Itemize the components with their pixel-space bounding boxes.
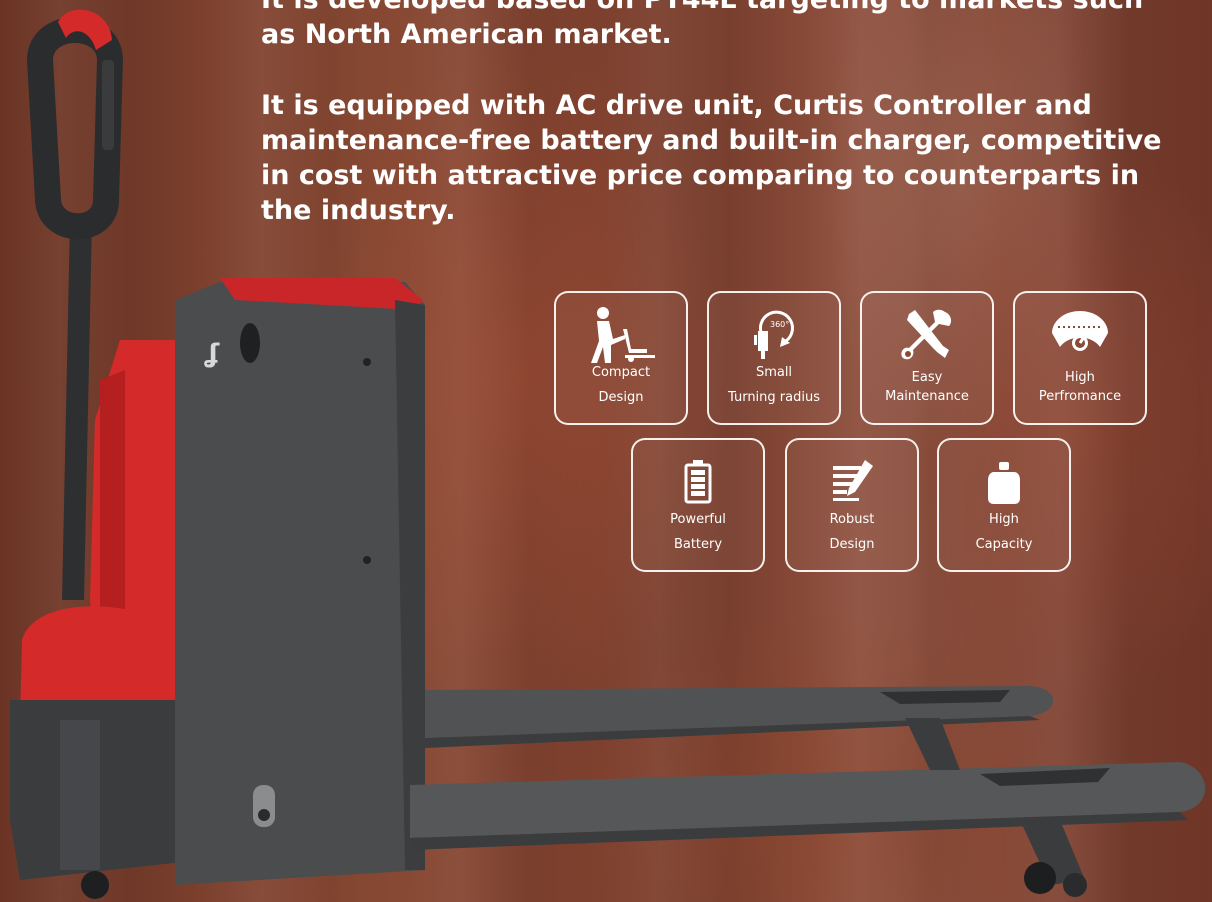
feature-tile-high-capacity: High Capacity	[937, 438, 1071, 572]
360-turning-icon: 360°	[709, 305, 839, 363]
feature-label-line1: Small	[755, 365, 793, 380]
feature-label-line1: Compact	[591, 365, 651, 380]
battery-icon	[633, 452, 763, 510]
feature-label-line1: Powerful	[670, 512, 726, 527]
document-pencil-icon	[787, 452, 917, 510]
360-badge: 360°	[770, 320, 789, 329]
feature-label-line1: High	[989, 512, 1019, 527]
feature-label-line2: Maintenance	[885, 389, 969, 404]
feature-label-line2: Design	[598, 390, 644, 405]
svg-text:ʆ: ʆ	[204, 339, 220, 369]
feature-label-line2: Perfromance	[1038, 389, 1122, 404]
feature-label-line1: High	[1065, 370, 1095, 385]
feature-tile-powerful-battery: Powerful Battery	[631, 438, 765, 572]
feature-tile-turning-radius: 360° Small Turning radius	[707, 291, 841, 425]
feature-tile-compact-design: Compact Design	[554, 291, 688, 425]
wrench-screwdriver-icon	[862, 305, 992, 363]
person-pushing-pallet-truck-icon	[556, 305, 686, 363]
weight-icon	[939, 452, 1069, 510]
feature-tile-robust-design: Robust Design	[785, 438, 919, 572]
feature-label-line2: Battery	[673, 537, 723, 552]
feature-label-line2: Turning radius	[728, 390, 820, 405]
feature-label-line1: Robust	[829, 512, 875, 527]
feature-tile-easy-maintenance: Easy Maintenance	[860, 291, 994, 425]
speedometer-icon	[1015, 305, 1145, 363]
feature-label-line2: Capacity	[975, 537, 1033, 552]
feature-tile-high-performance: High Perfromance	[1013, 291, 1147, 425]
feature-label-line2: Design	[829, 537, 875, 552]
feature-label-line1: Easy	[911, 370, 943, 385]
